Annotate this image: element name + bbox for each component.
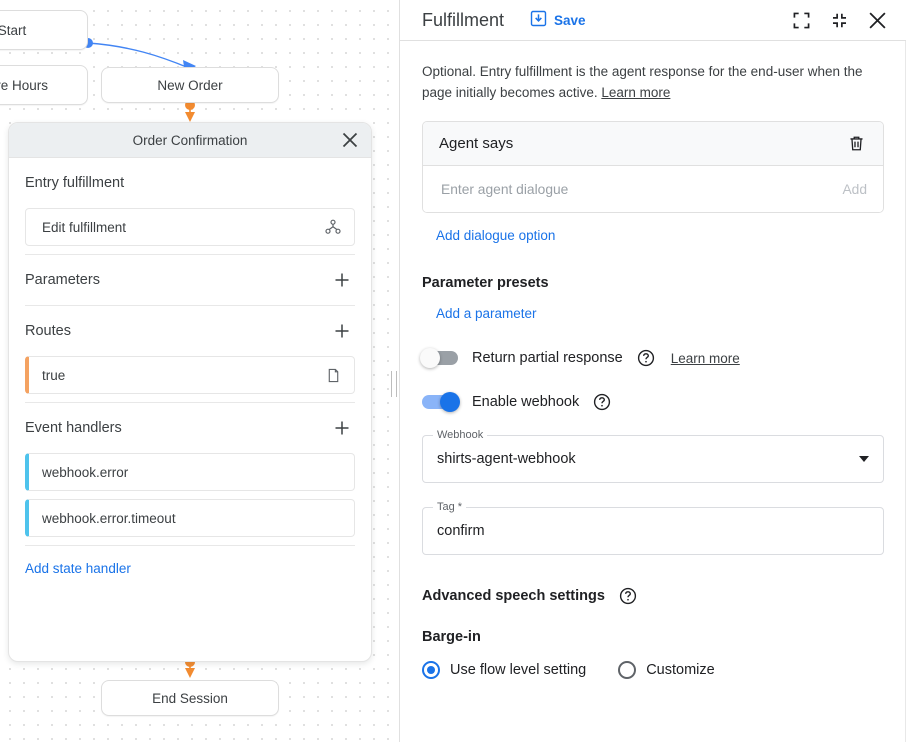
- route-row[interactable]: true: [25, 356, 355, 394]
- section-title: Parameters: [25, 272, 100, 288]
- enable-webhook-toggle[interactable]: [422, 395, 458, 409]
- return-partial-response-label: Return partial response: [472, 350, 623, 366]
- webhook-field-legend: Webhook: [433, 429, 487, 441]
- add-event-handler-plus-icon[interactable]: [329, 415, 355, 441]
- save-button-label: Save: [554, 13, 586, 28]
- help-circle-icon[interactable]: [637, 349, 655, 367]
- flow-node-end-session[interactable]: End Session: [101, 680, 279, 716]
- event-handler-label: webhook.error: [42, 465, 344, 480]
- barge-in-option-use-flow-level-setting[interactable]: Use flow level setting: [422, 661, 586, 679]
- enable-webhook-label: Enable webhook: [472, 394, 579, 410]
- radio-label: Use flow level setting: [450, 662, 586, 678]
- flow-node-label: Store Hours: [0, 78, 48, 93]
- flow-node-label: Start: [0, 23, 26, 38]
- barge-in-radio-group: Use flow level setting Customize: [422, 661, 884, 679]
- return-partial-response-row: Return partial response Learn more: [422, 349, 884, 367]
- flow-canvas[interactable]: Start Store Hours New Order End Session …: [0, 0, 398, 742]
- enable-webhook-row: Enable webhook: [422, 393, 884, 411]
- agent-says-card: Agent says Add: [422, 121, 884, 213]
- webhook-field-value: shirts-agent-webhook: [437, 451, 851, 467]
- radio-label: Customize: [646, 662, 715, 678]
- agent-says-label: Agent says: [439, 135, 843, 152]
- edit-fulfillment-label: Edit fulfillment: [42, 220, 322, 235]
- fulfillment-panel: Fulfillment Save: [400, 0, 906, 742]
- route-label: true: [42, 368, 322, 383]
- page-document-icon: [322, 364, 344, 386]
- flow-node-label: End Session: [152, 691, 228, 706]
- panel-title: Fulfillment: [422, 10, 504, 31]
- save-download-icon: [530, 10, 547, 30]
- barge-in-option-customize[interactable]: Customize: [618, 661, 715, 679]
- add-parameter-plus-icon[interactable]: [329, 267, 355, 293]
- radio-button[interactable]: [618, 661, 636, 679]
- section-header: Event handlers: [25, 403, 355, 453]
- help-circle-icon[interactable]: [619, 587, 637, 605]
- section-header: Routes: [25, 306, 355, 356]
- section-header: Parameters: [25, 255, 355, 305]
- trash-icon[interactable]: [843, 131, 869, 157]
- resize-grip-icon: [391, 371, 397, 397]
- page-detail-body: Entry fulfillment Edit fulfillment: [9, 158, 371, 661]
- chevron-down-icon[interactable]: [859, 456, 869, 462]
- panel-header: Fulfillment Save: [400, 0, 906, 41]
- section-event-handlers: Event handlers webhook.error webhook.err…: [9, 403, 371, 537]
- radio-button[interactable]: [422, 661, 440, 679]
- edit-fulfillment-row[interactable]: Edit fulfillment: [25, 208, 355, 246]
- agent-says-input-row: Add: [423, 166, 883, 212]
- section-parameters: Parameters: [9, 255, 371, 305]
- agent-says-header: Agent says: [423, 122, 883, 166]
- toggle-knob: [440, 392, 460, 412]
- expand-fullscreen-icon[interactable]: [786, 5, 816, 35]
- add-dialogue-option-row: Add dialogue option: [436, 227, 884, 245]
- section-entry-fulfillment: Entry fulfillment Edit fulfillment: [9, 158, 371, 246]
- parameter-presets-title: Parameter presets: [422, 275, 884, 291]
- webhook-hierarchy-icon: [322, 216, 344, 238]
- event-handler-row[interactable]: webhook.error: [25, 453, 355, 491]
- panel-description: Optional. Entry fulfillment is the agent…: [422, 61, 877, 103]
- advanced-speech-settings-row: Advanced speech settings: [422, 587, 884, 605]
- section-title: Event handlers: [25, 420, 122, 436]
- toggle-knob: [420, 348, 440, 368]
- learn-more-link[interactable]: Learn more: [601, 85, 670, 100]
- flow-node-label: New Order: [157, 78, 222, 93]
- collapse-fullscreen-icon[interactable]: [824, 5, 854, 35]
- flow-node-new-order[interactable]: New Order: [101, 67, 279, 103]
- help-circle-icon[interactable]: [593, 393, 611, 411]
- return-partial-response-learn-more-link[interactable]: Learn more: [671, 351, 740, 366]
- advanced-speech-settings-title: Advanced speech settings: [422, 588, 605, 604]
- tag-field-legend: Tag *: [433, 501, 466, 513]
- event-handler-row[interactable]: webhook.error.timeout: [25, 499, 355, 537]
- save-button[interactable]: Save: [526, 6, 590, 34]
- add-state-handler-link[interactable]: Add state handler: [25, 561, 131, 576]
- barge-in-title: Barge-in: [422, 629, 884, 645]
- add-parameter-row: Add a parameter: [436, 305, 884, 323]
- tag-field[interactable]: Tag * confirm: [422, 507, 884, 555]
- section-title: Routes: [25, 323, 71, 339]
- close-icon[interactable]: [337, 127, 363, 153]
- page-detail-header: Order Confirmation: [9, 123, 371, 158]
- tag-field-value: confirm: [437, 523, 869, 539]
- section-routes: Routes true: [9, 306, 371, 394]
- section-header: Entry fulfillment: [25, 158, 355, 208]
- agent-dialogue-add-button[interactable]: Add: [832, 182, 867, 197]
- flow-node-store-hours[interactable]: Store Hours: [0, 65, 88, 105]
- add-route-plus-icon[interactable]: [329, 318, 355, 344]
- return-partial-response-toggle[interactable]: [422, 351, 458, 365]
- section-add-state-handler: Add state handler: [9, 546, 371, 578]
- page-title: Order Confirmation: [133, 133, 248, 148]
- add-a-parameter-link[interactable]: Add a parameter: [436, 306, 537, 321]
- close-icon[interactable]: [862, 5, 892, 35]
- flow-node-start[interactable]: Start: [0, 10, 88, 50]
- section-title: Entry fulfillment: [25, 175, 124, 191]
- webhook-select[interactable]: Webhook shirts-agent-webhook: [422, 435, 884, 483]
- panel-body[interactable]: Optional. Entry fulfillment is the agent…: [400, 41, 906, 742]
- agent-dialogue-input[interactable]: [439, 181, 832, 198]
- add-dialogue-option-link[interactable]: Add dialogue option: [436, 228, 555, 243]
- page-detail-card: Order Confirmation Entry fulfillment Edi…: [8, 122, 372, 662]
- event-handler-label: webhook.error.timeout: [42, 511, 344, 526]
